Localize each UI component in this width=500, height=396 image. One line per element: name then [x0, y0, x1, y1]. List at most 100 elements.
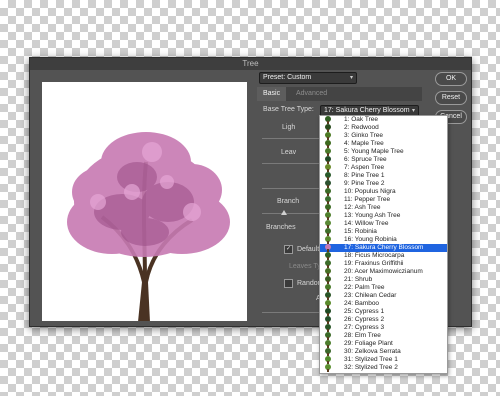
dropdown-item[interactable]: 23: Chilean Cedar — [320, 292, 447, 300]
tree-thumbnail-icon — [324, 252, 332, 260]
dropdown-item[interactable]: 11: Pepper Tree — [320, 196, 447, 204]
dropdown-item-label: 13: Young Ash Tree — [344, 212, 401, 219]
tree-thumbnail-icon — [324, 180, 332, 188]
dropdown-item[interactable]: 27: Cypress 3 — [320, 324, 447, 332]
dropdown-item-label: 24: Bamboo — [344, 300, 380, 307]
dropdown-item-label: 22: Palm Tree — [344, 284, 385, 291]
dropdown-item[interactable]: 7: Aspen Tree — [320, 164, 447, 172]
dropdown-item[interactable]: 14: Willow Tree — [320, 220, 447, 228]
dropdown-item[interactable]: 3: Ginko Tree — [320, 132, 447, 140]
dropdown-item[interactable]: 25: Cypress 1 — [320, 308, 447, 316]
dropdown-item-label: 9: Pine Tree 2 — [344, 180, 385, 187]
dropdown-item[interactable]: 16: Young Robinia — [320, 236, 447, 244]
dropdown-item-label: 32: Stylized Tree 2 — [344, 364, 398, 371]
tree-thumbnail-icon — [324, 276, 332, 284]
tree-thumbnail-icon — [324, 340, 332, 348]
dropdown-item-label: 1: Oak Tree — [344, 116, 378, 123]
param-leaves-label: Leav — [281, 149, 297, 156]
reset-button[interactable]: Reset — [435, 91, 467, 105]
dialog-title: Tree — [30, 58, 471, 70]
bottom-slider[interactable] — [262, 312, 320, 313]
dropdown-item-label: 26: Cypress 2 — [344, 316, 385, 323]
tree-thumbnail-icon — [324, 124, 332, 132]
dropdown-item-label: 10: Populus Nigra — [344, 188, 396, 195]
tree-thumbnail-icon — [324, 212, 332, 220]
dropdown-item-label: 27: Cypress 3 — [344, 324, 385, 331]
dropdown-item[interactable]: 31: Stylized Tree 1 — [320, 356, 447, 364]
dropdown-item[interactable]: 30: Zelkova Serrata — [320, 348, 447, 356]
tree-preview-panel — [42, 82, 247, 321]
dropdown-item[interactable]: 13: Young Ash Tree — [320, 212, 447, 220]
tree-thumbnail-icon — [324, 204, 332, 212]
dropdown-item-label: 15: Robinia — [344, 228, 377, 235]
dropdown-item-label: 6: Spruce Tree — [344, 156, 387, 163]
dropdown-item-label: 21: Shrub — [344, 276, 373, 283]
param-default-label: Default — [297, 246, 320, 253]
dropdown-item-label: 5: Young Maple Tree — [344, 148, 404, 155]
tree-thumbnail-icon — [324, 156, 332, 164]
dropdown-item[interactable]: 6: Spruce Tree — [320, 156, 447, 164]
dropdown-item-label: 20: Acer Maximowiczianum — [344, 268, 423, 275]
tree-thumbnail-icon — [324, 196, 332, 204]
tree-thumbnail-icon — [324, 356, 332, 364]
dropdown-item[interactable]: 26: Cypress 2 — [320, 316, 447, 324]
tree-thumbnail-icon — [324, 236, 332, 244]
light-slider[interactable] — [262, 138, 320, 139]
dropdown-item-label: 28: Elm Tree — [344, 332, 381, 339]
dropdown-item[interactable]: 21: Shrub — [320, 276, 447, 284]
dropdown-item[interactable]: 28: Elm Tree — [320, 332, 447, 340]
dropdown-item-label: 23: Chilean Cedar — [344, 292, 397, 299]
tree-thumbnail-icon — [324, 140, 332, 148]
param-branches-label: Branches — [266, 224, 296, 231]
dropdown-item-label: 7: Aspen Tree — [344, 164, 385, 171]
dropdown-item-label: 25: Cypress 1 — [344, 308, 385, 315]
random-checkbox[interactable] — [284, 279, 293, 288]
tree-thumbnail-icon — [324, 324, 332, 332]
dropdown-item[interactable]: 29: Foliage Plant — [320, 340, 447, 348]
ok-button[interactable]: OK — [435, 72, 467, 86]
base-tree-type-value: 17: Sakura Cherry Blossom — [324, 107, 410, 114]
dropdown-item[interactable]: 19: Fraxinus Griffithii — [320, 260, 447, 268]
branch-slider-knob[interactable] — [281, 210, 287, 215]
tree-thumbnail-icon — [324, 364, 332, 372]
default-leaves-checkbox[interactable]: ✓ — [284, 245, 293, 254]
dropdown-item[interactable]: 9: Pine Tree 2 — [320, 180, 447, 188]
dropdown-item-label: 3: Ginko Tree — [344, 132, 384, 139]
dropdown-item-label: 29: Foliage Plant — [344, 340, 393, 347]
dropdown-item-label: 19: Fraxinus Griffithii — [344, 260, 404, 267]
tree-thumbnail-icon — [324, 244, 332, 252]
tree-thumbnail-icon — [324, 268, 332, 276]
dropdown-item[interactable]: 2: Redwood — [320, 124, 447, 132]
dropdown-item-label: 11: Pepper Tree — [344, 196, 391, 203]
tree-thumbnail-icon — [324, 284, 332, 292]
dropdown-item[interactable]: 24: Bamboo — [320, 300, 447, 308]
tree-preview-image — [67, 132, 230, 321]
middle-slider[interactable] — [262, 188, 320, 189]
dropdown-item[interactable]: 18: Ficus Microcarpa — [320, 252, 447, 260]
tree-thumbnail-icon — [324, 308, 332, 316]
tree-thumbnail-icon — [324, 172, 332, 180]
chevron-down-icon: ▾ — [411, 108, 415, 114]
dropdown-item-label: 12: Ash Tree — [344, 204, 381, 211]
dropdown-item[interactable]: 8: Pine Tree 1 — [320, 172, 447, 180]
chevron-down-icon: ▾ — [349, 75, 353, 81]
tree-thumbnail-icon — [324, 316, 332, 324]
base-tree-type-dropdown-list[interactable]: 1: Oak Tree 2: Redwood 3: Ginko Tree 4: Map… — [319, 115, 448, 374]
leaves-slider[interactable] — [262, 163, 320, 164]
preset-label: Preset: Custom — [263, 74, 312, 81]
dropdown-item[interactable]: 17: Sakura Cherry Blossom — [320, 244, 447, 252]
tree-thumbnail-icon — [324, 220, 332, 228]
dropdown-item[interactable]: 15: Robinia — [320, 228, 447, 236]
dropdown-item[interactable]: 4: Maple Tree — [320, 140, 447, 148]
dropdown-item[interactable]: 32: Stylized Tree 2 — [320, 364, 447, 372]
dropdown-item[interactable]: 20: Acer Maximowiczianum — [320, 268, 447, 276]
dropdown-item[interactable]: 5: Young Maple Tree — [320, 148, 447, 156]
tab-basic[interactable]: Basic — [257, 87, 287, 101]
dropdown-item[interactable]: 12: Ash Tree — [320, 204, 447, 212]
dropdown-item[interactable]: 22: Palm Tree — [320, 284, 447, 292]
dropdown-item[interactable]: 10: Populus Nigra — [320, 188, 447, 196]
preset-select[interactable]: Preset: Custom ▾ — [259, 72, 357, 84]
dropdown-item[interactable]: 1: Oak Tree — [320, 116, 447, 124]
tab-advanced[interactable]: Advanced — [290, 87, 333, 101]
branch-slider[interactable] — [262, 213, 320, 214]
